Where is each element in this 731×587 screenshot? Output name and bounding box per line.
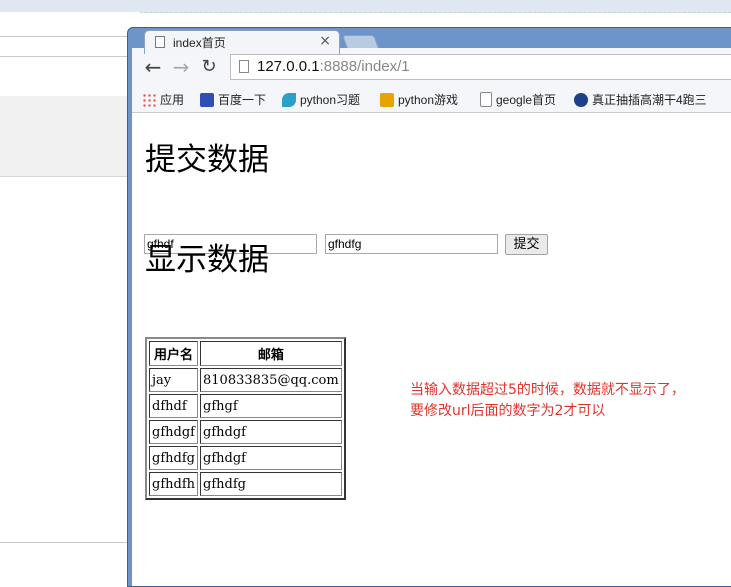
bookmark-baidu[interactable]: 百度一下 (200, 91, 266, 109)
cell-username: jay (149, 368, 199, 392)
python-icon (282, 93, 296, 107)
cell-username: gfhdfh (149, 472, 199, 496)
submit-button[interactable]: 提交 (505, 234, 548, 255)
divider (0, 56, 140, 57)
background-panel (0, 96, 140, 177)
bookmarks-bar: 应用 百度一下 python习题 python游戏 geogle首页 真正抽插高… (132, 88, 731, 113)
annotation-note: 当输入数据超过5的时候，数据就不显示了， 要修改url后面的数字为2才可以 (410, 380, 685, 422)
table-row: jay 810833835@qq.com (149, 368, 342, 392)
table-row: dfhdf gfhgf (149, 394, 342, 418)
close-tab-icon[interactable]: × (319, 33, 331, 49)
email-input[interactable] (325, 234, 498, 254)
cell-username: gfhdfg (149, 446, 199, 470)
page-icon (155, 36, 165, 48)
globe-icon (574, 93, 588, 107)
divider (0, 36, 140, 37)
toolbar: ← → ↻ 127.0.0.1:8888/index/1 (132, 48, 731, 88)
page-icon (239, 60, 249, 73)
table-row: gfhdfh gfhdfg (149, 472, 342, 496)
tab-strip: index首页 × (132, 28, 731, 54)
tab-title: index首页 (173, 36, 226, 50)
annotation-line-2: 要修改url后面的数字为2才可以 (410, 403, 606, 419)
cell-email: gfhdfg (200, 472, 342, 496)
divider (0, 542, 140, 543)
back-button[interactable]: ← (142, 56, 164, 78)
tab-index[interactable]: index首页 × (144, 30, 340, 54)
page-icon (480, 92, 492, 107)
bookmark-geogle[interactable]: geogle首页 (480, 91, 556, 109)
apps-icon (142, 93, 156, 107)
column-header-email: 邮箱 (200, 341, 342, 366)
bookmark-apps[interactable]: 应用 (142, 91, 184, 109)
forward-button[interactable]: → (170, 56, 192, 78)
bookmark-other[interactable]: 真正抽插高潮干4跑三 (574, 91, 707, 109)
page-content: 提交数据 提交 显示数据 用户名 邮箱 jay 810833835@qq.com… (132, 113, 731, 586)
reload-button[interactable]: ↻ (198, 56, 220, 78)
bookmark-python-exercises[interactable]: python习题 (282, 91, 360, 109)
url-text: 127.0.0.1:8888/index/1 (257, 58, 410, 75)
submit-heading: 提交数据 (145, 142, 269, 178)
game-icon (380, 93, 394, 107)
browser-window: index首页 × ← → ↻ 127.0.0.1:8888/index/1 应… (127, 27, 731, 587)
bookmark-python-games[interactable]: python游戏 (380, 91, 458, 109)
table-row: gfhdgf gfhdgf (149, 420, 342, 444)
table-header-row: 用户名 邮箱 (149, 341, 342, 366)
cell-username: gfhdgf (149, 420, 199, 444)
cell-email: gfhdgf (200, 420, 342, 444)
background-window (0, 12, 140, 577)
cell-username: dfhdf (149, 394, 199, 418)
table-row: gfhdfg gfhdgf (149, 446, 342, 470)
cell-email: gfhgf (200, 394, 342, 418)
annotation-line-1: 当输入数据超过5的时候，数据就不显示了， (410, 382, 685, 398)
address-bar[interactable]: 127.0.0.1:8888/index/1 (230, 54, 731, 80)
baidu-icon (200, 93, 214, 107)
browser-content-frame: ← → ↻ 127.0.0.1:8888/index/1 应用 百度一下 pyt… (132, 48, 731, 586)
cell-email: gfhdgf (200, 446, 342, 470)
cell-email: 810833835@qq.com (200, 368, 342, 392)
display-heading: 显示数据 (145, 242, 269, 278)
data-table: 用户名 邮箱 jay 810833835@qq.com dfhdf gfhgf … (145, 337, 346, 500)
column-header-username: 用户名 (149, 341, 199, 366)
